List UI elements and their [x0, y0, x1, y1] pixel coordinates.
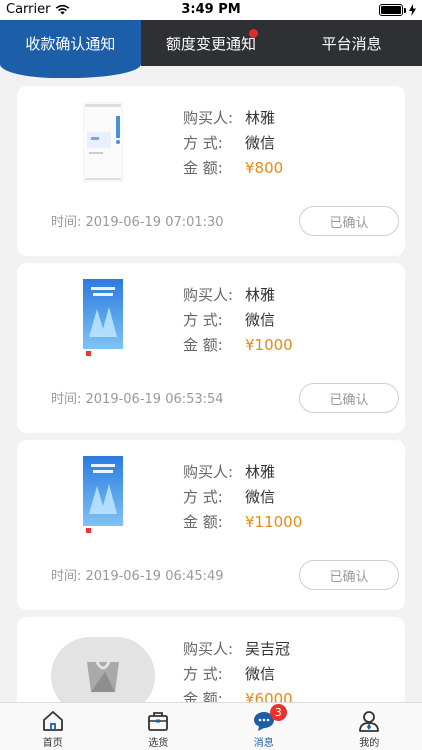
- payment-info: 购买人: 吴吉冠 方 式: 微信 金 额: ¥6000: [183, 637, 293, 702]
- confirmed-button[interactable]: 已确认: [299, 383, 399, 413]
- user-icon: [359, 711, 380, 732]
- confirmed-button[interactable]: 已确认: [299, 560, 399, 590]
- status-bar: Carrier 3:49 PM: [0, 0, 422, 20]
- payment-screenshot-thumbnail[interactable]: [82, 101, 124, 183]
- tab-label: 平台消息: [321, 34, 382, 53]
- nav-profile[interactable]: 我的: [317, 703, 422, 750]
- buyer-value: 林雅: [245, 109, 276, 127]
- payment-time: 时间: 2019-06-19 06:53:54: [51, 392, 224, 407]
- tab-label: 额度变更通知: [166, 34, 257, 53]
- amount-value: ¥6000: [245, 690, 293, 702]
- bag-placeholder-icon: [87, 661, 119, 692]
- nav-label: 消息: [253, 738, 274, 749]
- payment-screenshot-thumbnail[interactable]: [83, 279, 123, 359]
- buyer-value: 吴吉冠: [245, 640, 291, 658]
- method-value: 微信: [245, 134, 276, 152]
- buyer-label: 购买人:: [183, 109, 234, 127]
- buyer-label: 购买人:: [183, 463, 234, 481]
- payment-card[interactable]: 购买人: 林雅 方 式: 微信 金 额: ¥800 时间: 2019-06-19 07…: [17, 86, 405, 256]
- method-label: 方 式:: [183, 665, 223, 683]
- method-label: 方 式:: [183, 311, 223, 329]
- amount-label: 金 额:: [183, 513, 223, 531]
- charging-icon: [409, 4, 416, 16]
- image-placeholder: [51, 637, 155, 702]
- unread-count-badge: 3: [269, 704, 287, 721]
- battery-icon: [379, 4, 403, 16]
- nav-home[interactable]: 首页: [0, 703, 106, 750]
- buyer-label: 购买人:: [183, 640, 234, 658]
- amount-label: 金 额:: [183, 159, 223, 177]
- method-value: 微信: [245, 488, 276, 506]
- method-label: 方 式:: [183, 134, 223, 152]
- nav-messages[interactable]: 3 消息: [211, 703, 317, 750]
- payment-info: 购买人: 林雅 方 式: 微信 金 额: ¥11000: [183, 460, 302, 535]
- nav-select-goods[interactable]: 选货: [106, 703, 212, 750]
- payment-info: 购买人: 林雅 方 式: 微信 金 额: ¥800: [183, 106, 283, 181]
- nav-label: 我的: [359, 738, 380, 749]
- home-icon: [42, 711, 63, 731]
- bag-icon: [148, 712, 169, 731]
- method-value: 微信: [245, 311, 276, 329]
- tab-quota-change[interactable]: 额度变更通知: [141, 20, 282, 66]
- notification-tabs: 收款确认通知 额度变更通知 平台消息: [0, 20, 422, 66]
- amount-label: 金 额:: [183, 690, 223, 702]
- tab-label: 收款确认通知: [25, 34, 116, 53]
- notification-list[interactable]: 购买人: 林雅 方 式: 微信 金 额: ¥800 时间: 2019-06-19 07…: [0, 66, 422, 702]
- buyer-value: 林雅: [245, 286, 276, 304]
- tab-payment-confirmation[interactable]: 收款确认通知: [0, 20, 141, 66]
- method-label: 方 式:: [183, 488, 223, 506]
- buyer-label: 购买人:: [183, 286, 234, 304]
- bottom-tab-bar: 首页 选货 3 消息 我的: [0, 702, 422, 750]
- clock: 3:49 PM: [181, 2, 241, 17]
- poster-image: [83, 456, 123, 536]
- tab-platform-messages[interactable]: 平台消息: [281, 20, 422, 66]
- poster-image: [83, 279, 123, 359]
- payment-time: 时间: 2019-06-19 06:45:49: [51, 569, 224, 584]
- payment-card[interactable]: 购买人: 林雅 方 式: 微信 金 额: ¥11000 时间: 2019-06-19 …: [17, 440, 405, 610]
- confirmed-button[interactable]: 已确认: [299, 206, 399, 236]
- amount-label: 金 额:: [183, 336, 223, 354]
- nav-label: 选货: [148, 738, 169, 749]
- nav-label: 首页: [42, 738, 63, 749]
- payment-screenshot-thumbnail[interactable]: [83, 456, 123, 536]
- battery-indicator: [379, 4, 416, 16]
- payment-card[interactable]: 购买人: 林雅 方 式: 微信 金 额: ¥1000 时间: 2019-06-19 0…: [17, 263, 405, 433]
- amount-value: ¥1000: [245, 336, 293, 354]
- payment-card[interactable]: 购买人: 吴吉冠 方 式: 微信 金 额: ¥6000: [17, 617, 405, 702]
- method-value: 微信: [245, 665, 276, 683]
- screenshot-image: [82, 101, 124, 183]
- buyer-value: 林雅: [245, 463, 276, 481]
- amount-value: ¥800: [245, 159, 284, 177]
- amount-value: ¥11000: [245, 513, 303, 531]
- payment-time: 时间: 2019-06-19 07:01:30: [51, 215, 224, 230]
- payment-info: 购买人: 林雅 方 式: 微信 金 额: ¥1000: [183, 283, 293, 358]
